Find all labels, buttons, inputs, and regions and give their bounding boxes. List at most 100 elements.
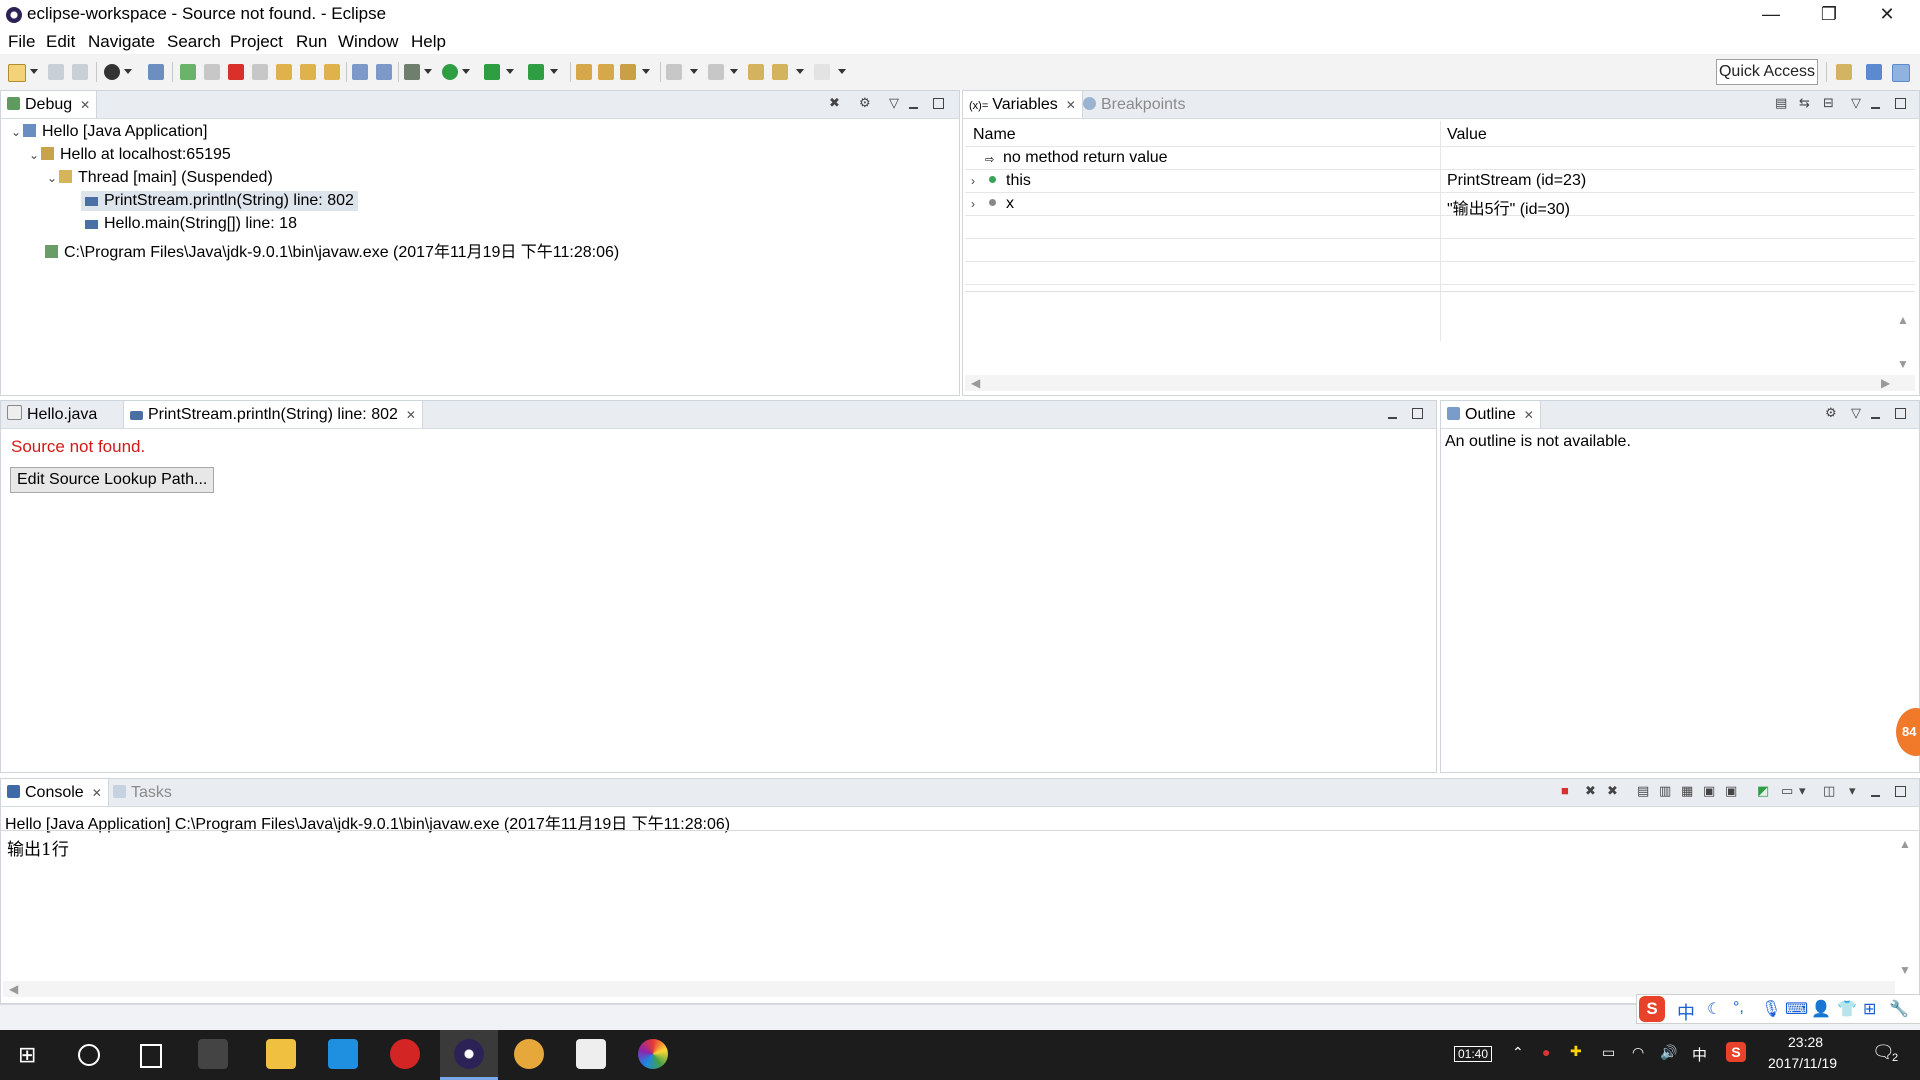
close-icon[interactable]: ✕	[1066, 92, 1076, 119]
debug-dropdown-icon[interactable]	[424, 69, 432, 74]
wifi-icon[interactable]: ◠	[1632, 1044, 1644, 1061]
profile-dropdown-icon[interactable]	[124, 69, 132, 74]
toolbox-icon[interactable]: ⊞	[1863, 999, 1876, 1019]
open-perspective-icon[interactable]	[1836, 64, 1852, 80]
external-tools-icon[interactable]	[528, 64, 544, 80]
show-on-stdout-icon[interactable]: ▣	[1703, 783, 1715, 799]
chevron-down-icon[interactable]: ⌄	[47, 171, 59, 185]
tray-language[interactable]: 中	[1692, 1044, 1707, 1065]
show-type-names-icon[interactable]: ▤	[1775, 95, 1787, 111]
tab-source-not-found[interactable]: PrintStream.println(String) line: 802 ✕	[123, 401, 423, 428]
ime-language[interactable]: 中	[1677, 999, 1695, 1025]
scroll-left-icon[interactable]: ◀	[9, 982, 18, 996]
menu-run[interactable]: Run	[296, 32, 327, 52]
clear-console-icon[interactable]: ▤	[1637, 783, 1649, 799]
chevron-right-icon[interactable]: ›	[971, 197, 983, 211]
word-wrap-icon[interactable]: ▦	[1681, 783, 1693, 799]
tree-row-thread[interactable]: ⌄ Thread [main] (Suspended)	[47, 169, 273, 187]
coverage-dropdown-icon[interactable]	[506, 69, 514, 74]
maximize-icon[interactable]	[1895, 97, 1906, 112]
app-pinwheel-icon[interactable]	[198, 1039, 228, 1069]
app-avatar-icon[interactable]	[514, 1039, 544, 1069]
tab-console[interactable]: Console ✕	[1, 779, 109, 806]
profile-icon[interactable]	[104, 64, 120, 80]
run-dropdown-icon[interactable]	[462, 69, 470, 74]
maximize-icon[interactable]	[1895, 785, 1906, 800]
pin-console-icon[interactable]: ◩	[1757, 783, 1769, 799]
show-logical-structure-icon[interactable]: ⇆	[1799, 95, 1810, 111]
chevron-down-icon[interactable]: ▽	[889, 95, 899, 111]
previous-annotation-dropdown-icon[interactable]	[730, 69, 738, 74]
user-icon[interactable]: 👤	[1811, 999, 1831, 1019]
step-into-icon[interactable]	[276, 64, 292, 80]
chevron-down-icon[interactable]: ▽	[1851, 95, 1861, 111]
wrench-icon[interactable]: 🔧	[1889, 999, 1909, 1019]
outline-menu-icon[interactable]: ⚙	[1825, 405, 1837, 421]
netease-music-icon[interactable]	[390, 1039, 420, 1069]
minimize-icon[interactable]	[1871, 99, 1880, 114]
sogou-tray-icon[interactable]: S	[1726, 1042, 1746, 1062]
coverage-icon[interactable]	[484, 64, 500, 80]
color-app-icon[interactable]	[638, 1039, 668, 1069]
java-perspective-icon[interactable]	[1866, 64, 1882, 80]
windows-start-icon[interactable]: ⊞	[18, 1042, 36, 1068]
terminate-icon[interactable]: ■	[1561, 783, 1569, 798]
debug-perspective-icon[interactable]	[1892, 64, 1910, 82]
scroll-down-icon[interactable]: ▼	[1897, 357, 1909, 371]
display-console-icon[interactable]: ▭	[1781, 783, 1793, 799]
use-step-filters-icon[interactable]	[376, 64, 392, 80]
terminate-icon[interactable]	[228, 64, 244, 80]
open-type-icon[interactable]	[576, 64, 592, 80]
menu-search[interactable]: Search	[167, 32, 221, 52]
tab-variables[interactable]: (x)= Variables ✕	[963, 91, 1083, 118]
menu-edit[interactable]: Edit	[46, 32, 75, 52]
quick-access-input[interactable]: Quick Access	[1716, 59, 1818, 85]
chevron-down-icon[interactable]: ⌄	[11, 125, 23, 139]
keyboard-icon[interactable]: ⌨	[1785, 999, 1808, 1019]
open-task-icon[interactable]	[598, 64, 614, 80]
variable-row[interactable]: › x	[971, 195, 1014, 213]
minimize-button[interactable]: —	[1742, 0, 1800, 30]
scroll-left-icon[interactable]: ◀	[971, 376, 980, 390]
horizontal-scrollbar[interactable]	[3, 981, 1895, 997]
sogou-logo-icon[interactable]: S	[1639, 996, 1665, 1022]
menu-project[interactable]: Project	[230, 32, 283, 52]
menu-window[interactable]: Window	[338, 32, 398, 52]
next-annotation-icon[interactable]	[666, 64, 682, 80]
edit-source-lookup-button[interactable]: Edit Source Lookup Path...	[10, 467, 215, 493]
menu-help[interactable]: Help	[411, 32, 446, 52]
minimize-icon[interactable]	[909, 99, 918, 114]
menu-navigate[interactable]: Navigate	[88, 32, 155, 52]
moon-icon[interactable]: ☾	[1707, 999, 1721, 1019]
debug-view-menu-icon[interactable]: ⚙	[859, 95, 871, 111]
chevron-down-icon[interactable]: ▾	[1849, 783, 1856, 799]
tree-row-frame-selected[interactable]: PrintStream.println(String) line: 802	[81, 191, 358, 211]
horizontal-scrollbar[interactable]	[965, 375, 1915, 391]
close-icon[interactable]: ✕	[92, 780, 102, 807]
tab-debug[interactable]: Debug ✕	[1, 91, 98, 118]
back-icon[interactable]	[772, 64, 788, 80]
variable-row[interactable]: ⇨ no method return value	[985, 149, 1168, 167]
close-button[interactable]: ✕	[1858, 0, 1916, 30]
tree-row-target[interactable]: ⌄ Hello at localhost:65195	[29, 146, 231, 164]
chevron-down-icon[interactable]: ⌄	[29, 148, 41, 162]
scroll-lock-icon[interactable]: ▥	[1659, 783, 1671, 799]
new-icon[interactable]	[8, 64, 26, 82]
search-icon[interactable]	[78, 1044, 100, 1066]
open-console-icon[interactable]: ◫	[1823, 783, 1835, 799]
tab-breakpoints[interactable]: Breakpoints	[1077, 91, 1192, 118]
remove-all-terminated-icon[interactable]: ✖	[1607, 783, 1618, 799]
scroll-up-icon[interactable]: ▲	[1897, 313, 1909, 327]
remove-terminated-icon[interactable]: ✖	[829, 95, 840, 111]
store-icon[interactable]	[328, 1039, 358, 1069]
close-icon[interactable]: ✕	[406, 402, 416, 429]
chevron-down-icon[interactable]: ▽	[1851, 405, 1861, 421]
menu-file[interactable]: File	[8, 32, 35, 52]
microphone-icon[interactable]: 🎙	[1761, 999, 1781, 1019]
minimize-icon[interactable]	[1388, 409, 1397, 424]
save-all-icon[interactable]	[72, 64, 88, 80]
step-return-icon[interactable]	[324, 64, 340, 80]
minimize-icon[interactable]	[1871, 409, 1880, 424]
maximize-icon[interactable]	[1895, 407, 1906, 422]
show-on-stderr-icon[interactable]: ▣	[1725, 783, 1737, 799]
